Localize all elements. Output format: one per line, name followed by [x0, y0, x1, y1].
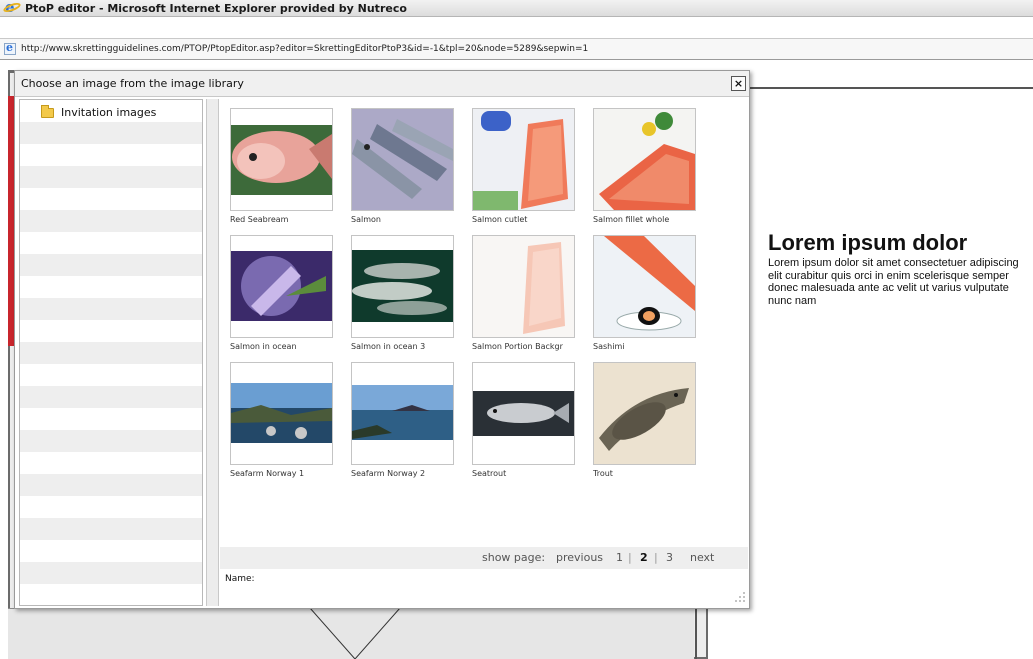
thumbnail-label: Trout: [593, 469, 613, 478]
thumbnail-salmon-portion-backgr[interactable]: [472, 235, 575, 338]
window-titlebar: e PtoP editor - Microsoft Internet Explo…: [0, 0, 1033, 17]
image-thumb[interactable]: Salmon Portion Backgr: [472, 235, 575, 351]
fish-image: [352, 109, 453, 210]
fish-image: [473, 109, 574, 210]
editor-panel-divider: [695, 608, 697, 659]
fish-image: [594, 236, 695, 337]
image-thumb[interactable]: Seatrout: [472, 362, 575, 478]
close-button[interactable]: ×: [731, 76, 746, 91]
thumbnail-label: Salmon cutlet: [472, 215, 528, 224]
browser-window: e PtoP editor - Microsoft Internet Explo…: [0, 0, 1033, 659]
thumbnail-salmon-fillet-whole[interactable]: [593, 108, 696, 211]
ie-icon: e: [2, 0, 22, 16]
page-body-text: Lorem ipsum dolor sit amet consectetuer …: [768, 257, 1019, 307]
fish-image: [473, 236, 574, 337]
pager-separator: |: [654, 551, 658, 564]
image-thumb[interactable]: Red Seabream: [230, 108, 333, 224]
pager-next-link[interactable]: next: [690, 551, 714, 564]
thumbnail-seatrout[interactable]: [472, 362, 575, 465]
thumbnail-label: Seafarm Norway 2: [351, 469, 426, 478]
pager-page-1[interactable]: 1: [616, 551, 623, 564]
window-title: PtoP editor - Microsoft Internet Explore…: [25, 1, 407, 15]
resize-grip-icon[interactable]: [734, 591, 746, 603]
pager-page-3[interactable]: 3: [666, 551, 673, 564]
pager-previous-link[interactable]: previous: [556, 551, 603, 564]
dialog-title: Choose an image from the image library: [21, 77, 244, 90]
thumbnail-label: Red Seabream: [230, 215, 289, 224]
landscape-image: [231, 363, 332, 464]
pagination: show page: previous 1 | 2 | 3 next: [220, 547, 748, 569]
image-thumb[interactable]: Salmon cutlet: [472, 108, 575, 224]
thumbnail-salmon-in-ocean-3[interactable]: [351, 235, 454, 338]
fish-image: [594, 363, 695, 464]
fish-image: [231, 236, 332, 337]
landscape-image: [352, 363, 453, 464]
address-url[interactable]: http://www.skrettingguidelines.com/PTOP/…: [21, 44, 588, 54]
editor-divider-line: [708, 87, 1033, 89]
image-thumb[interactable]: Trout: [593, 362, 696, 478]
pane-splitter[interactable]: [206, 99, 219, 606]
image-thumb[interactable]: Seafarm Norway 1: [230, 362, 333, 478]
thumbnail-label: Salmon in ocean 3: [351, 342, 426, 351]
pager-prefix: show page:: [482, 551, 546, 564]
pager-page-2: 2: [640, 551, 648, 564]
thumbnail-salmon-in-ocean[interactable]: [230, 235, 333, 338]
thumbnail-label: Salmon Portion Backgr: [472, 342, 563, 351]
fish-image: [473, 363, 574, 464]
image-thumb[interactable]: Salmon in ocean 3: [351, 235, 454, 351]
thumbnail-label: Seafarm Norway 1: [230, 469, 305, 478]
sidebar-item-invitation-images[interactable]: Invitation images: [41, 104, 157, 119]
name-field-label: Name:: [225, 574, 255, 584]
thumbnail-label: Salmon in ocean: [230, 342, 297, 351]
image-thumb[interactable]: Salmon fillet whole: [593, 108, 696, 224]
image-thumb[interactable]: Sashimi: [593, 235, 696, 351]
placeholder-cross-icon: [309, 608, 401, 659]
thumbnail-label: Sashimi: [593, 342, 625, 351]
thumbnail-label: Seatrout: [472, 469, 507, 478]
thumbnail-seafarm-norway-1[interactable]: [230, 362, 333, 465]
pager-separator: |: [628, 551, 632, 564]
image-thumb[interactable]: Salmon: [351, 108, 454, 224]
image-thumb[interactable]: Salmon in ocean: [230, 235, 333, 351]
page-icon: e: [4, 41, 16, 55]
thumbnail-red-seabream[interactable]: [230, 108, 333, 211]
fish-image: [594, 109, 695, 210]
folder-icon: [41, 104, 54, 118]
thumbnail-salmon[interactable]: [351, 108, 454, 211]
toolbar-area: [0, 17, 1033, 38]
fish-image: [231, 109, 332, 210]
dialog-header: Choose an image from the image library ×: [15, 71, 749, 97]
sidebar-item-label: Invitation images: [61, 106, 157, 119]
thumbnail-sashimi[interactable]: [593, 235, 696, 338]
image-thumb[interactable]: Seafarm Norway 2: [351, 362, 454, 478]
fish-image: [352, 236, 453, 337]
image-grid: Red Seabream Salmon Salmon cutlet Salmon…: [220, 99, 748, 606]
address-bar[interactable]: e http://www.skrettingguidelines.com/PTO…: [0, 38, 1033, 60]
thumbnail-label: Salmon fillet whole: [593, 215, 670, 224]
page-heading: Lorem ipsum dolor: [768, 230, 968, 255]
image-library-dialog: Choose an image from the image library ×…: [14, 70, 750, 609]
thumbnail-seafarm-norway-2[interactable]: [351, 362, 454, 465]
thumbnail-trout[interactable]: [593, 362, 696, 465]
folder-sidebar: Invitation images: [19, 99, 203, 606]
thumbnail-salmon-cutlet[interactable]: [472, 108, 575, 211]
thumbnail-label: Salmon: [351, 215, 381, 224]
